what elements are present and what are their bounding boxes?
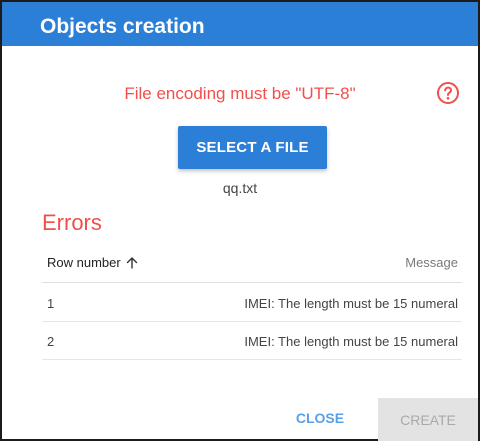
dialog-title-bar: Objects creation: [2, 2, 478, 46]
select-file-button[interactable]: SELECT A FILE: [178, 126, 327, 169]
message-cell: IMEI: The length must be 15 numeral: [244, 334, 458, 349]
selected-file-name: qq.txt: [222, 180, 258, 196]
row-number-cell: 1: [47, 296, 55, 311]
table-row: 1 IMEI: The length must be 15 numeral: [42, 284, 462, 322]
question-circle-icon[interactable]: [436, 81, 460, 105]
errors-table-header: Row number Message: [42, 247, 462, 283]
create-button[interactable]: CREATE: [378, 398, 478, 441]
row-number-column-header[interactable]: Row number: [47, 255, 138, 270]
row-number-cell: 2: [47, 334, 55, 349]
encoding-note: File encoding must be "UTF-8": [124, 84, 356, 103]
message-column-header[interactable]: Message: [405, 255, 458, 270]
message-cell: IMEI: The length must be 15 numeral: [244, 296, 458, 311]
errors-heading: Errors: [42, 210, 102, 235]
arrow-up-icon: [126, 257, 137, 269]
table-row: 2 IMEI: The length must be 15 numeral: [42, 322, 462, 360]
close-button[interactable]: CLOSE: [280, 398, 360, 438]
row-number-header-label: Row number: [47, 255, 121, 270]
objects-creation-dialog: Objects creation File encoding must be "…: [0, 0, 480, 441]
dialog-title: Objects creation: [40, 15, 205, 38]
